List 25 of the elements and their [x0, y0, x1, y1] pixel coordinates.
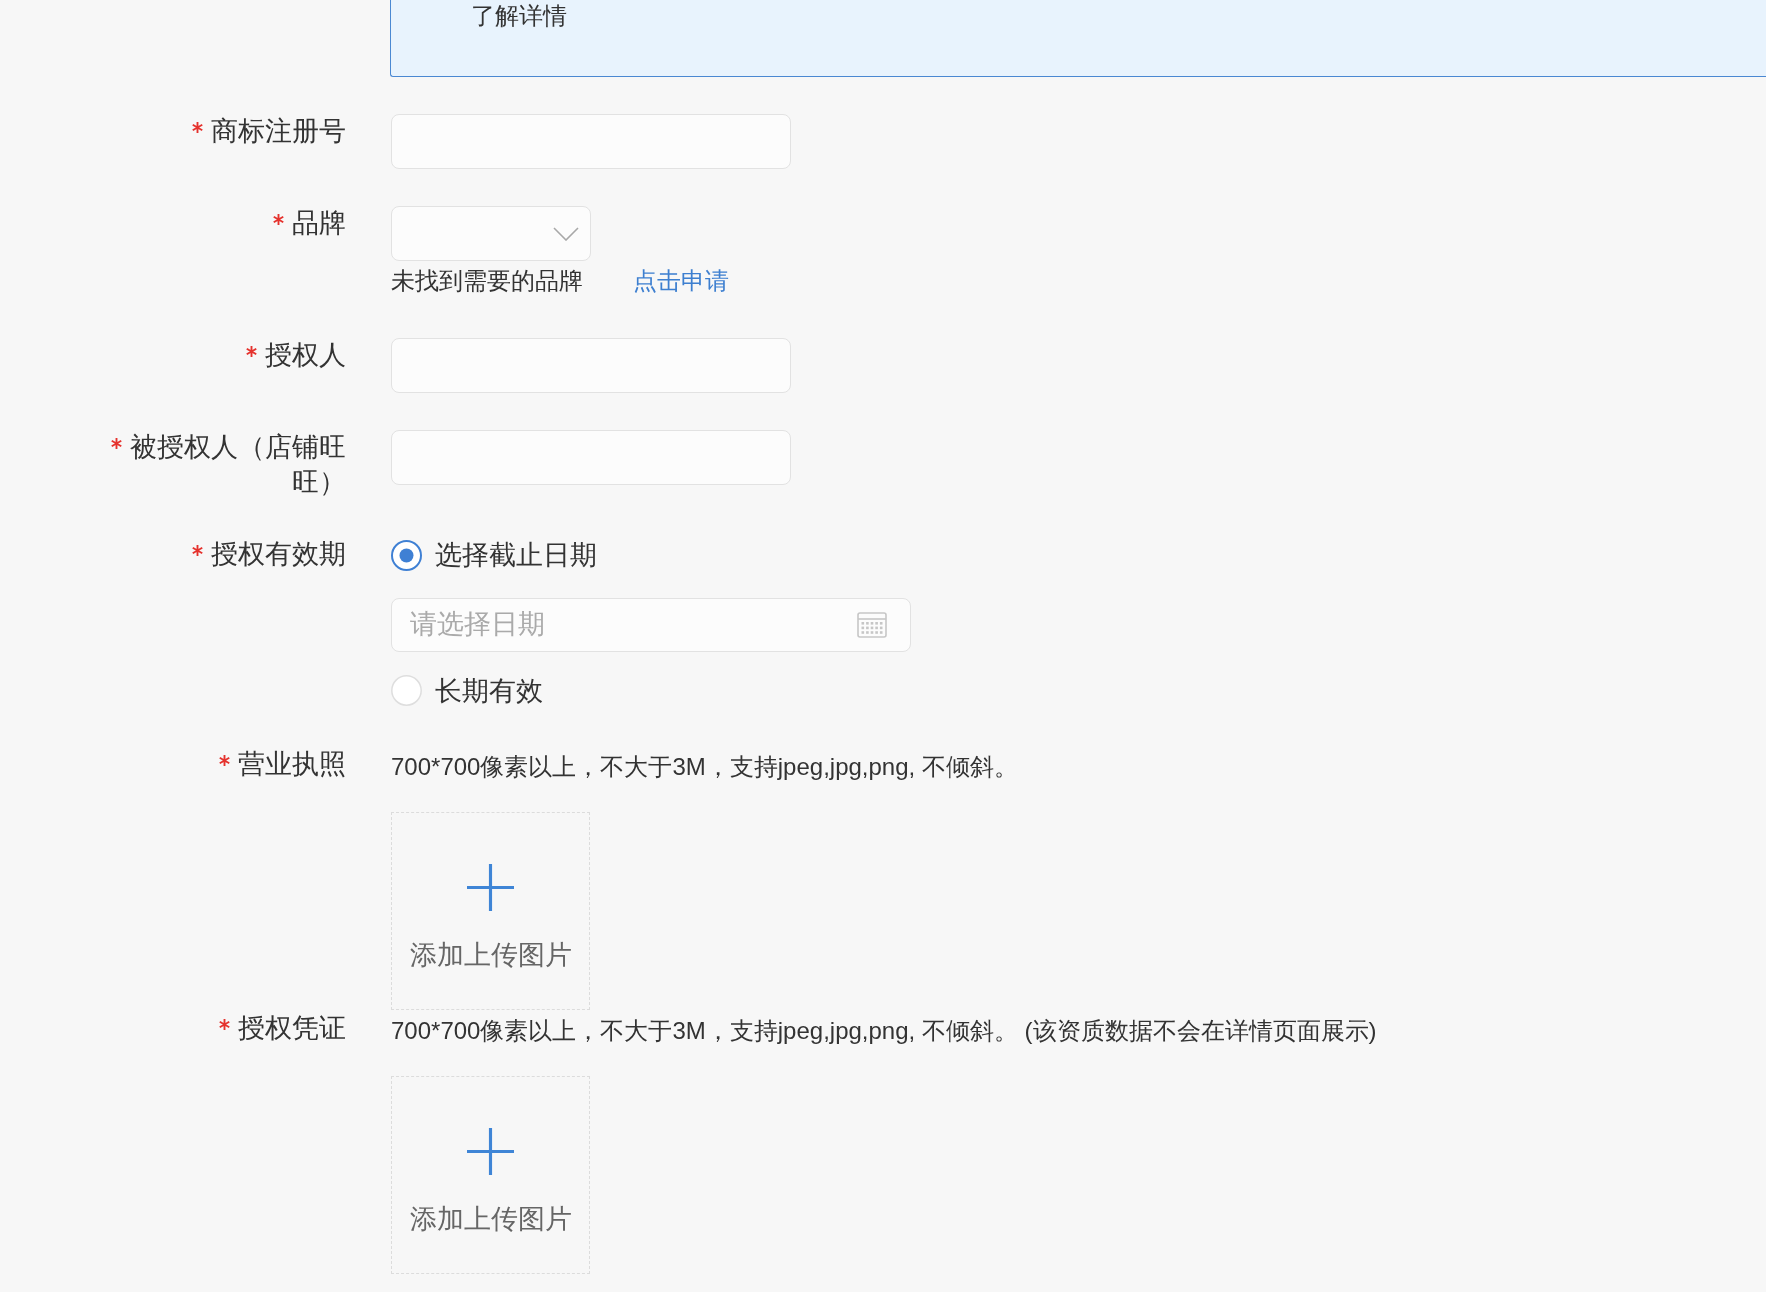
- chevron-down-icon: [553, 226, 579, 241]
- plus-icon: [467, 864, 514, 911]
- field-label: 营业执照: [238, 749, 346, 779]
- date-field[interactable]: 请选择日期: [391, 597, 911, 652]
- apply-link[interactable]: 点击申请: [633, 265, 729, 297]
- hint-text: 未找到需要的品牌: [391, 266, 583, 296]
- field-label: 商标注册号: [211, 116, 346, 146]
- upload-requirements-text: 700*700像素以上，不大于3M，支持jpeg,jpg,png, 不倾斜。: [391, 752, 1018, 782]
- radio-option[interactable]: 长期有效: [391, 672, 543, 709]
- upload-button[interactable]: 添加上传图片: [391, 812, 590, 1010]
- plus-icon: [467, 1128, 514, 1175]
- calendar-icon: [857, 611, 887, 638]
- radio-option[interactable]: 选择截止日期: [391, 537, 597, 573]
- upload-button[interactable]: 添加上传图片: [391, 1076, 590, 1274]
- field-label: 被授权人（店铺旺旺）: [130, 432, 346, 497]
- select-field[interactable]: [391, 206, 591, 261]
- field-label: 品牌: [292, 208, 346, 238]
- upload-requirements-text: 700*700像素以上，不大于3M，支持jpeg,jpg,png, 不倾斜。 (该资质数据不会在详情页面展示): [391, 1016, 1377, 1046]
- field-label: 授权有效期: [211, 539, 346, 569]
- text-input[interactable]: [391, 114, 791, 169]
- field-label: 授权凭证: [238, 1013, 346, 1043]
- text-input[interactable]: [391, 338, 791, 393]
- text-input[interactable]: [391, 430, 791, 485]
- learn-more-text: 了解详情: [471, 1, 567, 31]
- field-label: 授权人: [265, 340, 346, 370]
